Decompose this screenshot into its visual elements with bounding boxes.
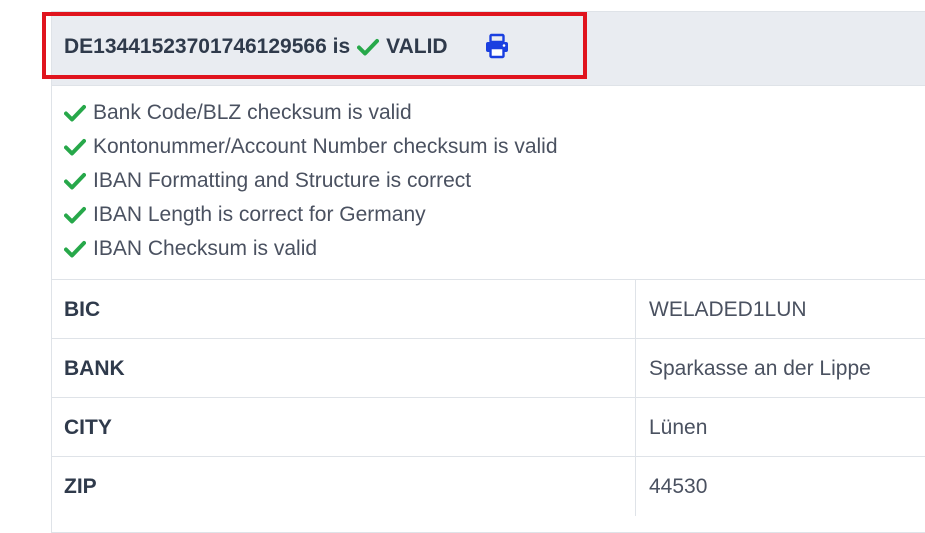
check-icon xyxy=(64,102,86,124)
check-icon xyxy=(64,170,86,192)
check-item: IBAN Length is correct for Germany xyxy=(64,198,558,232)
check-text: Kontonummer/Account Number checksum is v… xyxy=(93,135,558,158)
column-divider xyxy=(635,398,636,457)
check-icon xyxy=(357,38,380,56)
column-divider xyxy=(635,280,636,339)
print-icon[interactable] xyxy=(484,33,510,59)
table-row: BANK Sparkasse an der Lippe xyxy=(51,338,925,398)
row-key-zip: ZIP xyxy=(64,475,97,498)
check-icon xyxy=(64,204,86,226)
iban-number: DE13441523701746129566 xyxy=(64,35,327,58)
row-key-bank: BANK xyxy=(64,357,125,380)
row-key-city: CITY xyxy=(64,416,112,439)
is-text: is xyxy=(332,35,351,58)
row-key-bic: BIC xyxy=(64,298,101,321)
check-item: Kontonummer/Account Number checksum is v… xyxy=(64,130,558,164)
check-text: Bank Code/BLZ checksum is valid xyxy=(93,101,412,124)
row-value-bank: Sparkasse an der Lippe xyxy=(649,357,871,380)
table-row: CITY Lünen xyxy=(51,397,925,457)
row-value-bic: WELADED1LUN xyxy=(649,298,807,321)
row-value-city: Lünen xyxy=(649,416,708,439)
check-item: IBAN Checksum is valid xyxy=(64,232,558,266)
check-text: IBAN Checksum is valid xyxy=(93,237,318,260)
status-valid: VALID xyxy=(386,35,448,58)
column-divider xyxy=(635,457,636,516)
validation-title: DE13441523701746129566 is VALID xyxy=(64,31,448,63)
table-row: BIC WELADED1LUN xyxy=(51,279,925,339)
check-item: IBAN Formatting and Structure is correct xyxy=(64,164,558,198)
check-text: IBAN Length is correct for Germany xyxy=(93,203,426,226)
table-row: ZIP 44530 xyxy=(51,456,925,516)
check-list: Bank Code/BLZ checksum is valid Kontonum… xyxy=(64,96,558,266)
check-text: IBAN Formatting and Structure is correct xyxy=(93,169,472,192)
row-value-zip: 44530 xyxy=(649,475,708,498)
column-divider xyxy=(635,339,636,398)
check-icon xyxy=(64,238,86,260)
check-icon xyxy=(64,136,86,158)
check-item: Bank Code/BLZ checksum is valid xyxy=(64,96,558,130)
